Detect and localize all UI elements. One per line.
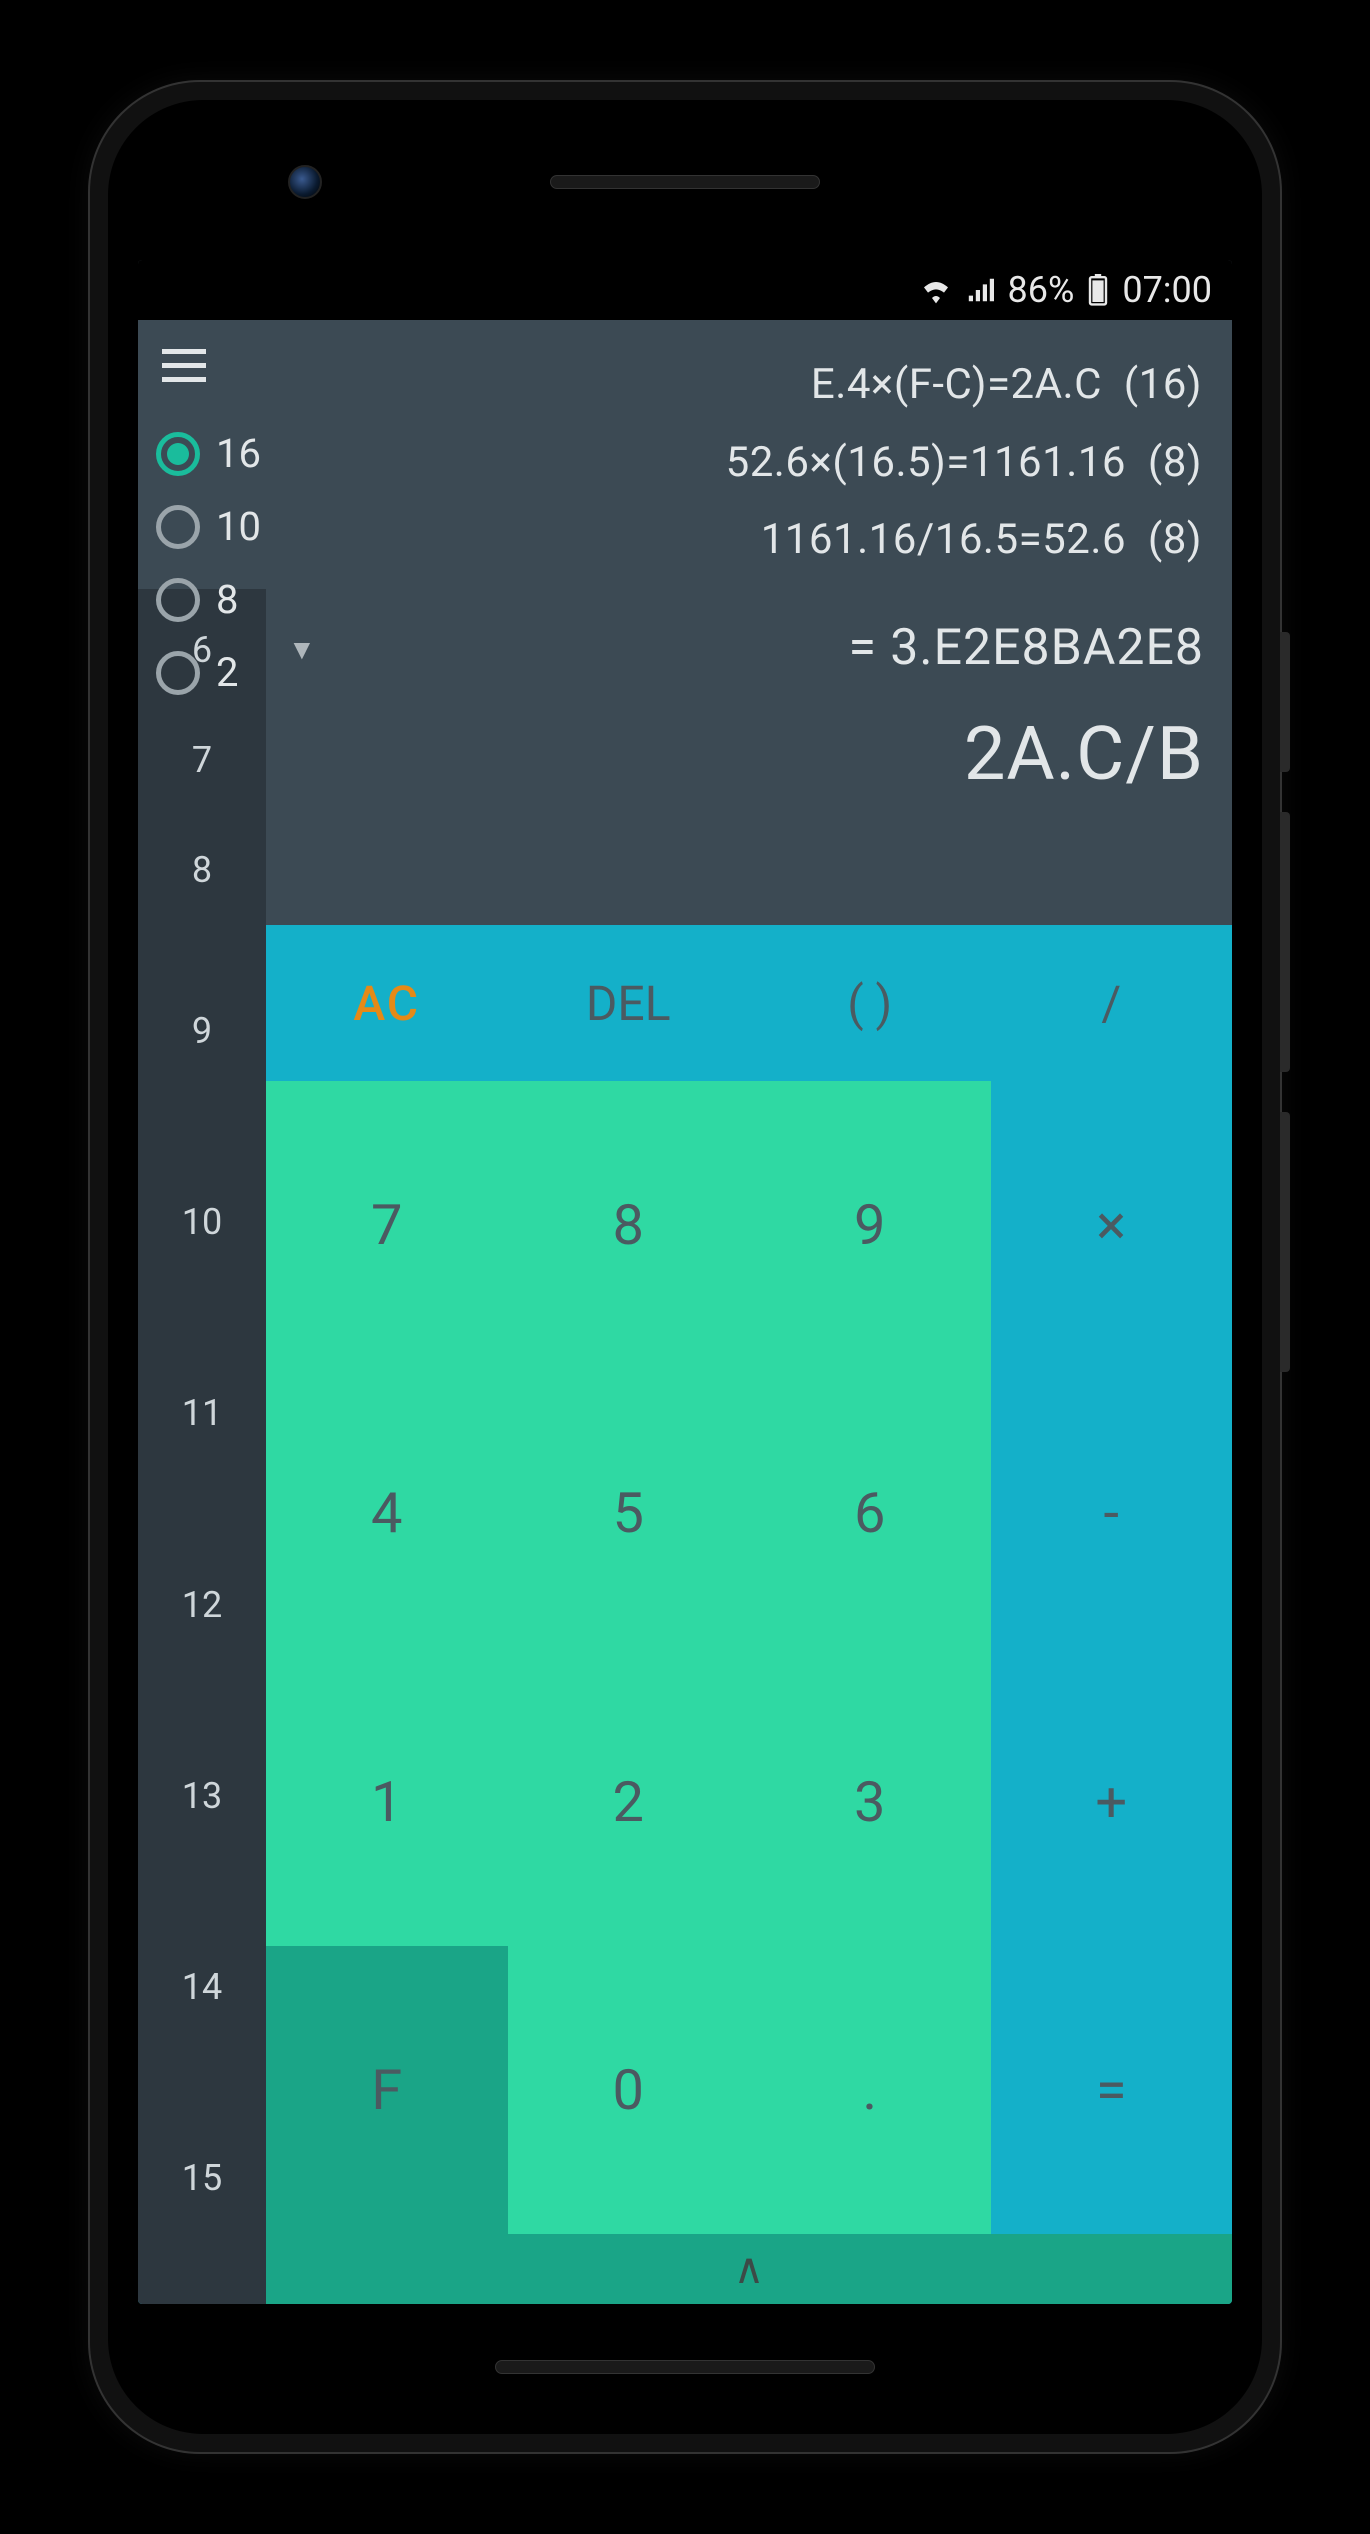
operator-column: × - + =	[991, 1081, 1233, 2234]
add-button[interactable]: +	[991, 1658, 1233, 1946]
key-7[interactable]: 7	[266, 1081, 508, 1369]
precision-value[interactable]: 9	[192, 935, 212, 1126]
precision-value[interactable]: 11	[182, 1318, 222, 1509]
history-expr: 1161.16/16.5=52.6	[761, 515, 1126, 564]
history-base: (8)	[1148, 438, 1202, 487]
menu-button[interactable]	[162, 338, 216, 392]
precision-value[interactable]: 8	[192, 815, 212, 925]
history-entry[interactable]: E.4×(F-C)=2A.C (16)	[138, 346, 1202, 424]
precision-value[interactable]: 13	[182, 1700, 222, 1891]
key-1[interactable]: 1	[266, 1658, 508, 1946]
bottom-speaker	[495, 2360, 875, 2374]
history-expr: 52.6×(16.5)=1161.16	[726, 438, 1126, 487]
battery-percent: 86%	[1008, 269, 1075, 311]
numgrid-wrap: 7 8 9 4 5 6 1 2 3 F 0 .	[266, 1081, 1232, 2234]
result-value: 3.E2E8BA2E8	[890, 619, 1204, 677]
key-0[interactable]: 0	[508, 1946, 750, 2234]
screen: 86% 07:00 16 10	[138, 260, 1232, 2304]
radix-label: 8	[216, 576, 238, 623]
volume-up-button[interactable]	[1280, 812, 1290, 1072]
precision-value[interactable]: 14	[182, 1891, 222, 2082]
result-main: ▼ = 3.E2E8BA2E8 2A.C/B	[266, 589, 1232, 925]
expand-handle[interactable]: ∧	[266, 2234, 1232, 2304]
precision-value[interactable]: 7	[192, 705, 212, 815]
divide-button[interactable]: /	[991, 925, 1233, 1081]
history-list: E.4×(F-C)=2A.C (16) 52.6×(16.5)=1161.16 …	[138, 320, 1232, 579]
key-F[interactable]: F	[266, 1946, 508, 2234]
dropdown-caret-icon[interactable]: ▼	[288, 633, 316, 666]
key-3[interactable]: 3	[749, 1658, 991, 1946]
result-area: 6 7 8 ▼ = 3.E2E8BA2E8 2A.C/B	[138, 589, 1232, 925]
pad-columns: AC DEL ( ) / 7 8 9 4 5 6 1	[266, 925, 1232, 2304]
signal-icon	[966, 276, 994, 304]
key-2[interactable]: 2	[508, 1658, 750, 1946]
key-8[interactable]: 8	[508, 1081, 750, 1369]
volume-down-button[interactable]	[1280, 1112, 1290, 1372]
radio-icon	[156, 578, 200, 622]
precision-value[interactable]: 12	[182, 1509, 222, 1700]
chevron-up-icon: ∧	[734, 2244, 765, 2294]
front-camera	[288, 165, 322, 199]
phone-frame: 86% 07:00 16 10	[90, 82, 1280, 2452]
ac-button[interactable]: AC	[266, 925, 508, 1081]
key-9[interactable]: 9	[749, 1081, 991, 1369]
keypad: 9 10 11 12 13 14 15 AC DEL ( ) /	[138, 925, 1232, 2304]
key-dot[interactable]: .	[749, 1946, 991, 2234]
battery-icon	[1088, 274, 1108, 306]
number-pad: 7 8 9 4 5 6 1 2 3 F 0 .	[266, 1081, 991, 2234]
phone-bezel: 86% 07:00 16 10	[108, 100, 1262, 2434]
radio-icon	[156, 651, 200, 695]
radix-option-16[interactable]: 16	[156, 430, 261, 477]
history-entry[interactable]: 1161.16/16.5=52.6 (8)	[138, 501, 1202, 579]
radix-option-8[interactable]: 8	[156, 576, 261, 623]
equals-button[interactable]: =	[991, 1946, 1233, 2234]
precision-scroll[interactable]: 9 10 11 12 13 14 15	[138, 925, 266, 2304]
wifi-icon	[920, 276, 952, 304]
precision-value[interactable]: 15	[182, 2083, 222, 2274]
radix-option-10[interactable]: 10	[156, 503, 261, 550]
earpiece-speaker	[550, 175, 820, 189]
subtract-button[interactable]: -	[991, 1369, 1233, 1657]
radix-label: 16	[216, 430, 261, 477]
radix-option-2[interactable]: 2	[156, 649, 261, 696]
history-base: (16)	[1124, 360, 1202, 409]
radix-label: 10	[216, 503, 261, 550]
multiply-button[interactable]: ×	[991, 1081, 1233, 1369]
radio-icon	[156, 432, 200, 476]
equals-prefix: =	[848, 619, 890, 677]
input-expression[interactable]: 2A.C/B	[278, 711, 1204, 798]
history-base: (8)	[1148, 515, 1202, 564]
radio-icon	[156, 505, 200, 549]
history-entry[interactable]: 52.6×(16.5)=1161.16 (8)	[138, 424, 1202, 502]
key-6[interactable]: 6	[749, 1369, 991, 1657]
display-area: 16 10 8 2	[138, 320, 1232, 589]
precision-value[interactable]: 10	[182, 1126, 222, 1317]
result-line: = 3.E2E8BA2E8	[278, 619, 1204, 677]
power-button[interactable]	[1280, 632, 1290, 772]
radix-label: 2	[216, 649, 238, 696]
key-4[interactable]: 4	[266, 1369, 508, 1657]
del-button[interactable]: DEL	[508, 925, 750, 1081]
radix-selector: 16 10 8 2	[156, 430, 261, 696]
key-5[interactable]: 5	[508, 1369, 750, 1657]
clock-time: 07:00	[1122, 269, 1212, 311]
paren-button[interactable]: ( )	[749, 925, 991, 1081]
fn-row: AC DEL ( ) /	[266, 925, 1232, 1081]
status-bar: 86% 07:00	[138, 260, 1232, 320]
history-expr: E.4×(F-C)=2A.C	[811, 360, 1102, 409]
